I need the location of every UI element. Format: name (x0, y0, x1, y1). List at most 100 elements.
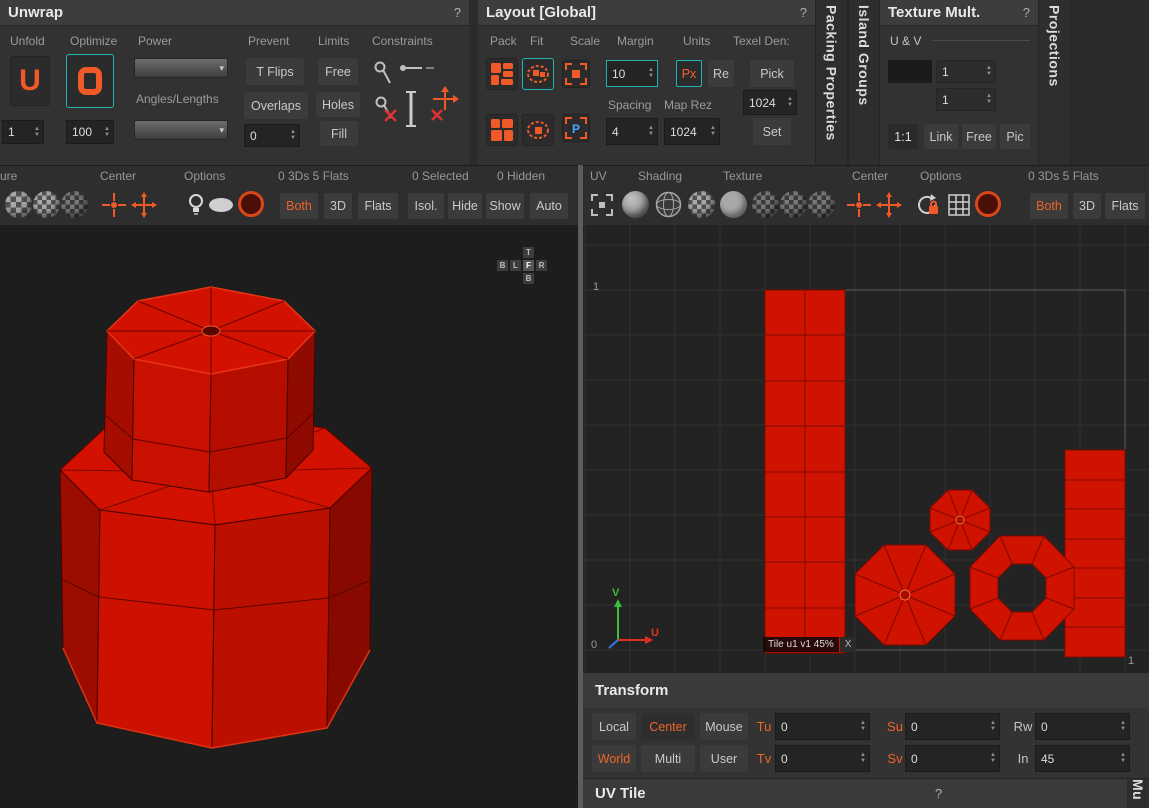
uv-island-right-strip[interactable] (1064, 449, 1126, 658)
viewport-3d[interactable]: T B L F R B (0, 225, 578, 808)
uv-bounds-button[interactable] (588, 191, 615, 218)
texture-checker-c-uv-icon[interactable] (808, 191, 835, 218)
uv-island-left-strip[interactable] (764, 289, 846, 654)
spin-down-icon[interactable]: ▼ (648, 131, 654, 137)
both-button-3d[interactable]: Both (280, 193, 318, 219)
spin-down-icon[interactable]: ▼ (710, 131, 716, 137)
margin-spin[interactable]: ▲ ▼ (645, 67, 657, 79)
rw-spinner[interactable]: 0 ▲ ▼ (1035, 713, 1130, 740)
power-dropdown[interactable]: ▾ (134, 58, 228, 78)
tu-spin[interactable]: ▲ ▼ (857, 720, 869, 732)
gizmo-top[interactable]: T (523, 247, 534, 258)
layout-panel-header[interactable]: Layout [Global] ? (478, 0, 815, 26)
3d-button-uv[interactable]: 3D (1073, 193, 1101, 219)
island-groups-tab[interactable]: Island Groups (848, 0, 880, 165)
shading-checker-icon[interactable] (688, 191, 715, 218)
fit-button[interactable] (562, 60, 590, 88)
unwrap-panel-header[interactable]: Unwrap ? (0, 0, 469, 26)
spin-down-icon[interactable]: ▼ (860, 726, 866, 732)
flats-button-3d[interactable]: Flats (358, 193, 398, 219)
spin-down-icon[interactable]: ▼ (990, 726, 996, 732)
show-button[interactable]: Show (486, 193, 524, 219)
uv-viewport[interactable]: 1 0 1 V U Tile u1 v1 45% X (583, 225, 1149, 672)
overlaps-button[interactable]: Overlaps (244, 92, 308, 119)
projections-tab[interactable]: Projections (1038, 0, 1071, 165)
texture-mult-help-button[interactable]: ? (1023, 5, 1030, 20)
texture-checker-b-icon[interactable] (33, 191, 60, 218)
px-units-button[interactable]: Px (676, 60, 702, 87)
u-mult-spinner[interactable]: 1 ▲ ▼ (936, 60, 996, 83)
packing-properties-tab[interactable]: Packing Properties (815, 0, 848, 165)
texture-checker-a-uv-icon[interactable] (752, 191, 779, 218)
maprez-spinner[interactable]: 1024 ▲ ▼ (664, 118, 720, 145)
spin-up-icon[interactable]: ▲ (34, 126, 40, 132)
light-button[interactable] (182, 191, 209, 218)
multi-button[interactable]: Multi (641, 745, 695, 772)
v-mult-spin[interactable]: ▲ ▼ (983, 93, 995, 105)
unpin-constraint-icon[interactable] (372, 94, 398, 124)
u-mult-spin[interactable]: ▲ ▼ (983, 65, 995, 77)
uv-island-small-octagon[interactable] (929, 489, 991, 551)
unfold-spin[interactable]: ▲ ▼ (31, 126, 43, 138)
axis-lock-icon[interactable] (428, 86, 462, 122)
user-button[interactable]: User (700, 745, 748, 772)
free-texture-button[interactable]: Free (962, 124, 996, 149)
uv-canvas[interactable] (583, 225, 1149, 672)
texture-mult-panel-header[interactable]: Texture Mult. ? (880, 0, 1038, 26)
spin-down-icon[interactable]: ▼ (104, 132, 110, 138)
spin-down-icon[interactable]: ▼ (1120, 726, 1126, 732)
su-spinner[interactable]: 0 ▲ ▼ (905, 713, 1000, 740)
v-mult-spinner[interactable]: 1 ▲ ▼ (936, 88, 996, 111)
uv-tile-panel-header[interactable]: UV Tile ? Mu (583, 778, 1149, 808)
uv-island-ring[interactable] (969, 535, 1075, 641)
pin-constraint-icon[interactable] (372, 60, 394, 86)
spin-down-icon[interactable]: ▼ (990, 758, 996, 764)
spin-down-icon[interactable]: ▼ (986, 71, 992, 77)
maprez-spin[interactable]: ▲ ▼ (707, 125, 719, 137)
gizmo-front[interactable]: F (523, 260, 534, 271)
pack-ellipse-button[interactable] (522, 58, 554, 90)
gizmo-bottom[interactable]: B (523, 273, 534, 284)
shading-flat-icon[interactable] (720, 191, 747, 218)
tv-spin[interactable]: ▲ ▼ (857, 752, 869, 764)
optimize-iterations-spinner[interactable]: 100 ▲ ▼ (66, 120, 114, 144)
shading-solid-icon[interactable] (622, 191, 649, 218)
spin-down-icon[interactable]: ▼ (986, 99, 992, 105)
fit-picture-button[interactable]: P (562, 114, 590, 142)
texel-spin[interactable]: ▲ ▼ (784, 96, 796, 108)
spin-down-icon[interactable]: ▼ (34, 132, 40, 138)
disc-display-uv-icon[interactable] (975, 191, 1001, 217)
edge-constraint-icon[interactable] (398, 62, 436, 74)
sv-spinner[interactable]: 0 ▲ ▼ (905, 745, 1000, 772)
rotate-lock-button[interactable] (913, 191, 940, 218)
spin-down-icon[interactable]: ▼ (648, 73, 654, 79)
pic-button[interactable]: Pic (1000, 124, 1030, 149)
tile-close-button[interactable]: X (839, 637, 857, 652)
transform-panel-header[interactable]: Transform (583, 672, 1149, 708)
texel-spinner[interactable]: 1024 ▲ ▼ (743, 90, 797, 115)
center-pivot-uv-button[interactable] (845, 191, 872, 218)
overlaps-spin[interactable]: ▲ ▼ (287, 129, 299, 141)
tv-spinner[interactable]: 0 ▲ ▼ (775, 745, 870, 772)
spin-down-icon[interactable]: ▼ (290, 135, 296, 141)
model-3d[interactable] (0, 225, 578, 808)
disc-display-icon[interactable] (238, 191, 264, 217)
tu-spinner[interactable]: 0 ▲ ▼ (775, 713, 870, 740)
straighten-edge-icon[interactable] (404, 88, 418, 130)
local-button[interactable]: Local (592, 713, 636, 740)
view-axis-gizmo[interactable]: T B L F R B (497, 247, 549, 286)
fill-button[interactable]: Fill (320, 121, 358, 146)
overlaps-spinner[interactable]: 0 ▲ ▼ (244, 124, 300, 147)
layout-help-button[interactable]: ? (800, 5, 807, 20)
rw-spin[interactable]: ▲ ▼ (1117, 720, 1129, 732)
auto-button[interactable]: Auto (530, 193, 568, 219)
shading-wireframe-icon[interactable] (655, 191, 682, 218)
gizmo-left[interactable]: L (510, 260, 521, 271)
ratio-1-1-button[interactable]: 1:1 (888, 124, 918, 149)
pack-ellipse-update-button[interactable] (522, 114, 554, 146)
pack-button[interactable] (486, 58, 518, 90)
re-button[interactable]: Re (708, 60, 734, 87)
su-spin[interactable]: ▲ ▼ (987, 720, 999, 732)
free-button[interactable]: Free (318, 58, 358, 85)
angles-lengths-dropdown[interactable]: ▾ (134, 120, 228, 140)
